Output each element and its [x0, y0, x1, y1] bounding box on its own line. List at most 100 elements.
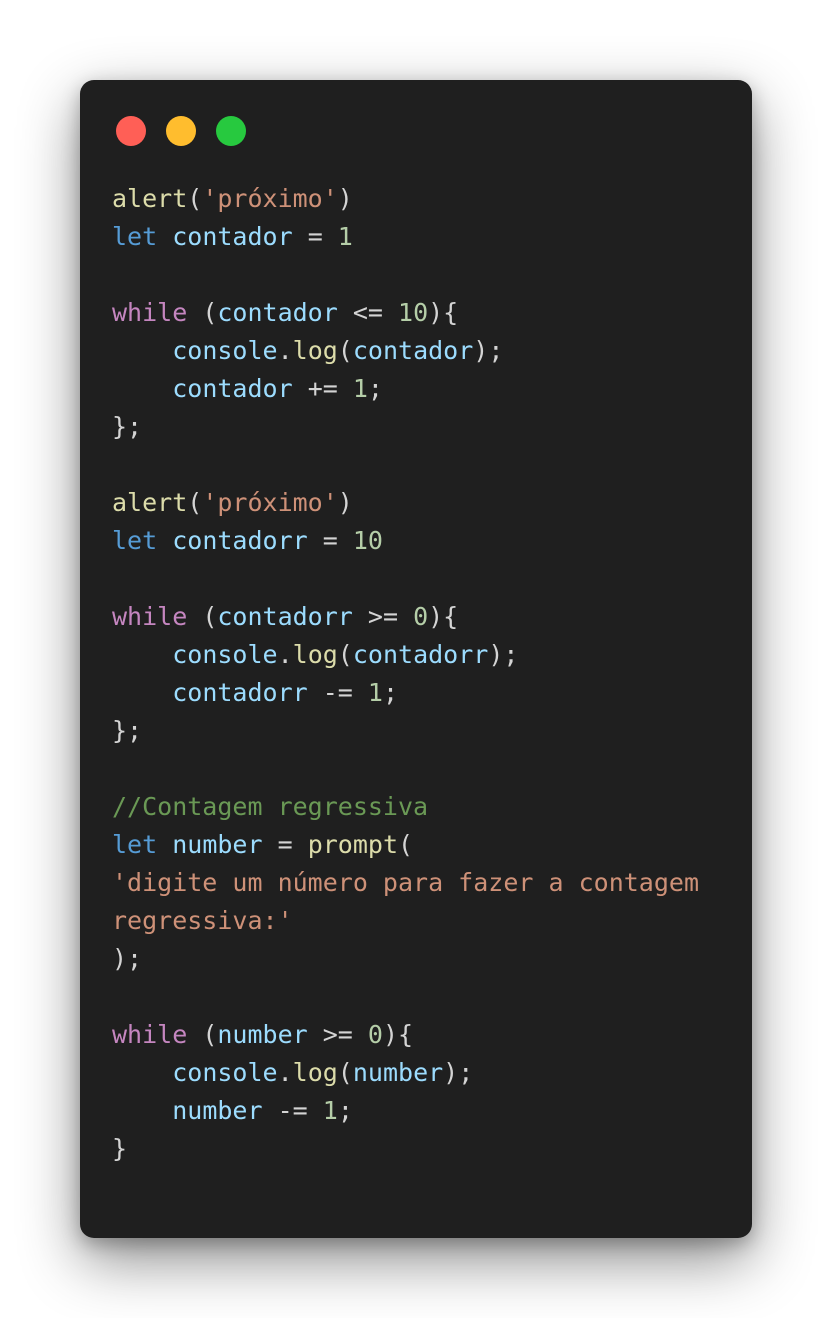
code-line: while (contador <= 10){	[112, 294, 732, 332]
code-token: ;	[337, 1096, 353, 1125]
code-line: 'digite um número para fazer a contagem	[112, 864, 732, 902]
code-line: }	[112, 1130, 732, 1168]
code-token: =	[262, 830, 308, 859]
minimize-dot-icon[interactable]	[166, 116, 196, 146]
code-token: contador	[217, 298, 338, 327]
code-line: contadorr -= 1;	[112, 674, 732, 712]
code-token: (	[337, 1058, 353, 1087]
code-token: -=	[307, 678, 368, 707]
code-token: log	[292, 1058, 338, 1087]
code-token: ;	[382, 678, 399, 707]
code-token: 'próximo'	[202, 184, 338, 213]
code-line: let contador = 1	[112, 218, 732, 256]
code-token: (	[187, 488, 203, 517]
code-window: alert('próximo') let contador = 1 while (c…	[80, 80, 752, 1238]
code-token: 'digite um número para fazer a contagem	[112, 868, 699, 897]
code-token: );	[473, 336, 504, 365]
code-token: contadorr	[172, 526, 308, 555]
code-token: )	[337, 488, 353, 517]
code-line: //Contagem regressiva	[112, 788, 732, 826]
code-token: contador	[352, 336, 474, 365]
code-line: console.log(number);	[112, 1054, 732, 1092]
code-token: 'próximo'	[202, 488, 338, 517]
code-block: alert('próximo') let contador = 1 while (c…	[112, 180, 732, 1168]
code-token: contadorr	[352, 640, 489, 669]
code-line: };	[112, 712, 732, 750]
code-line: contador += 1;	[112, 370, 732, 408]
code-token: =	[307, 526, 353, 555]
code-token: log	[292, 640, 338, 669]
code-token: };	[112, 412, 143, 441]
code-token: (	[187, 298, 218, 327]
code-token: (	[187, 184, 203, 213]
code-token: );	[112, 944, 143, 973]
code-line: number -= 1;	[112, 1092, 732, 1130]
code-token: console	[172, 640, 278, 669]
code-token: 10	[352, 526, 383, 555]
code-token: regressiva:'	[112, 906, 293, 935]
code-token: while	[112, 602, 188, 631]
code-line: console.log(contadorr);	[112, 636, 732, 674]
code-token: +=	[292, 374, 353, 403]
code-token: let	[112, 830, 158, 859]
code-line: while (contadorr >= 0){	[112, 598, 732, 636]
code-token: (	[187, 602, 218, 631]
code-token: let	[112, 222, 158, 251]
code-token: 1	[337, 222, 353, 251]
code-token: };	[112, 716, 143, 745]
code-token: );	[443, 1058, 474, 1087]
code-token: -=	[262, 1096, 323, 1125]
code-token: .	[277, 1058, 293, 1087]
code-token: prompt	[307, 830, 398, 859]
window-controls	[116, 116, 246, 146]
code-token: .	[277, 640, 293, 669]
code-token: while	[112, 298, 188, 327]
code-token: number	[172, 830, 263, 859]
code-token: );	[488, 640, 519, 669]
maximize-dot-icon[interactable]	[216, 116, 246, 146]
code-token: ){	[382, 1020, 414, 1049]
code-token: contadorr	[217, 602, 353, 631]
code-token: let	[112, 526, 158, 555]
code-token: contadorr	[172, 678, 308, 707]
code-token: contador	[172, 374, 293, 403]
code-token: (	[337, 640, 353, 669]
code-token: (	[337, 336, 353, 365]
code-token: console	[172, 1058, 278, 1087]
close-dot-icon[interactable]	[116, 116, 146, 146]
code-token: number	[352, 1058, 444, 1087]
code-token: ;	[367, 374, 383, 403]
code-token: }	[112, 1134, 128, 1163]
code-line: let contadorr = 10	[112, 522, 732, 560]
code-line: );	[112, 940, 732, 978]
code-line: let number = prompt(	[112, 826, 732, 864]
code-token: ){	[428, 602, 459, 631]
code-token: (	[187, 1020, 218, 1049]
code-line: alert('próximo')	[112, 180, 732, 218]
code-line: regressiva:'	[112, 902, 732, 940]
code-token: 1	[367, 678, 383, 707]
code-token: //Contagem regressiva	[112, 792, 429, 821]
code-token: =	[292, 222, 338, 251]
code-line: while (number >= 0){	[112, 1016, 732, 1054]
code-token: >=	[307, 1020, 368, 1049]
code-token: >=	[352, 602, 414, 631]
code-token: 0	[367, 1020, 383, 1049]
code-line: console.log(contador);	[112, 332, 732, 370]
code-token: console	[172, 336, 278, 365]
code-token: number	[172, 1096, 263, 1125]
code-token: log	[292, 336, 338, 365]
code-token: <=	[337, 298, 399, 327]
